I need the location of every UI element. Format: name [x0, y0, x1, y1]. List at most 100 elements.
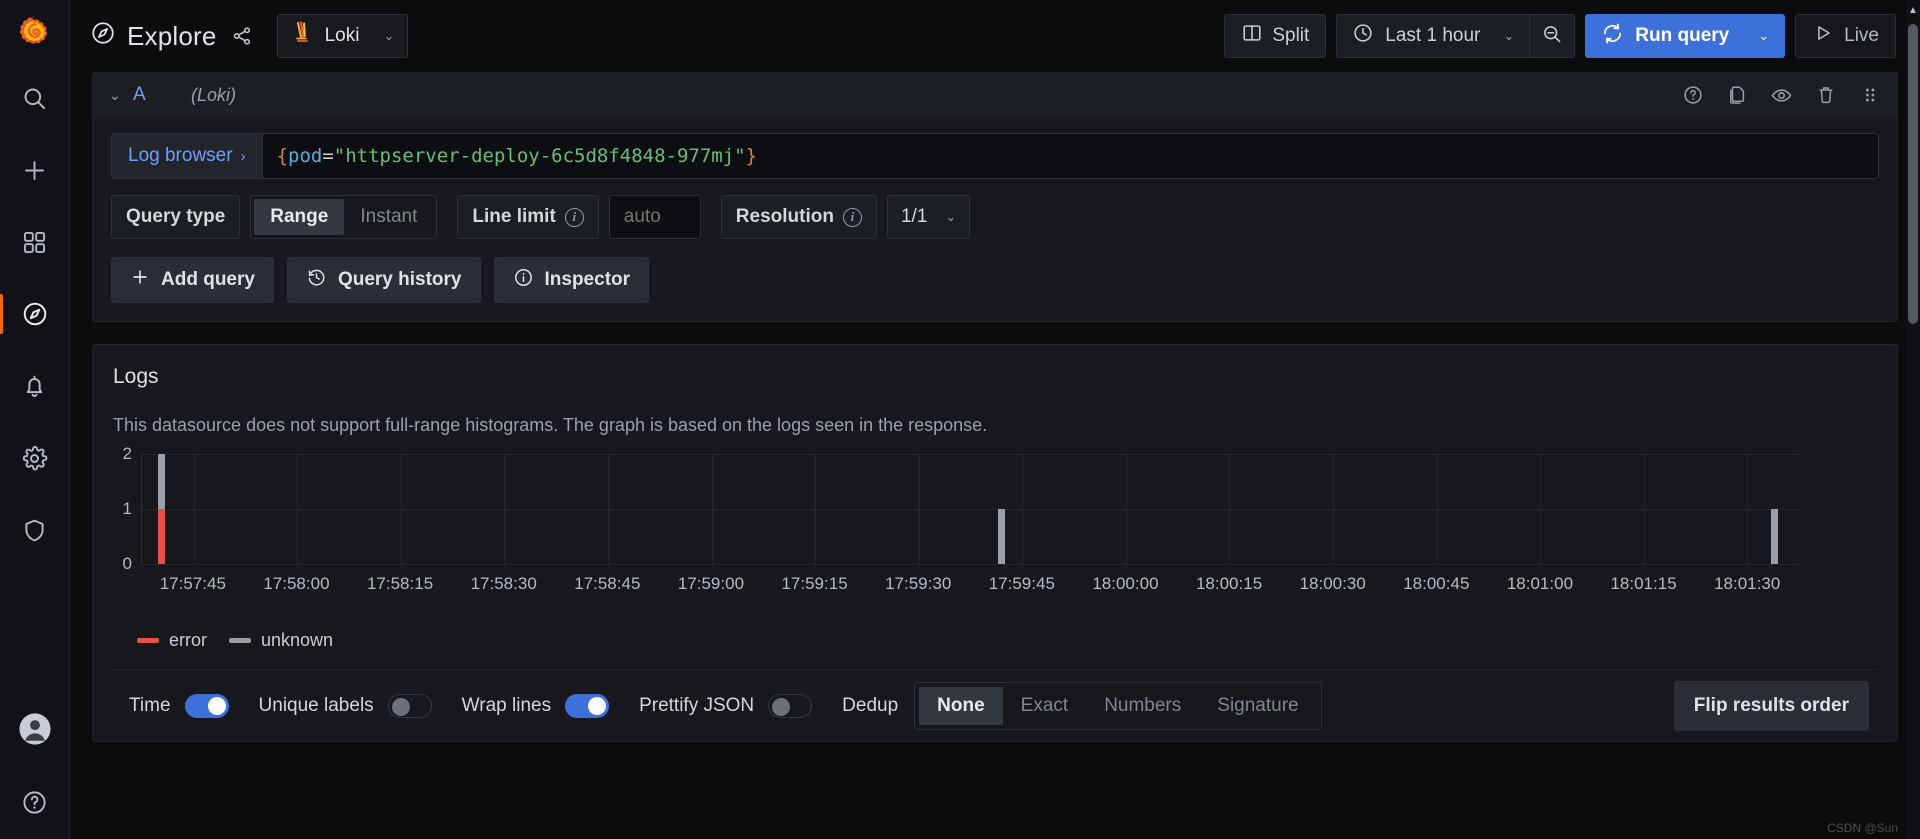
clock-icon	[1352, 22, 1374, 50]
resolution-select[interactable]: 1/1 ⌄	[886, 195, 971, 239]
chart-x-tick-label: 18:00:30	[1299, 574, 1366, 593]
gear-icon	[21, 445, 48, 472]
chart-x-gridline	[1125, 454, 1127, 564]
sidebar-item-help[interactable]	[0, 765, 70, 839]
page-title: Explore	[90, 20, 217, 53]
resolution-group: Resolution i 1/1 ⌄	[720, 195, 971, 239]
chart-x-tick-label: 17:58:45	[574, 574, 641, 593]
trash-icon[interactable]	[1815, 84, 1837, 106]
chart-y-gridline	[142, 509, 1799, 510]
query-ref-id[interactable]: A	[133, 84, 191, 106]
dedup-option-exact[interactable]: Exact	[1003, 687, 1087, 725]
chart-y-tick-label: 0	[122, 554, 132, 573]
grafana-logo[interactable]	[0, 0, 70, 62]
expr-value: "httpserver-deploy-6c5d8f4848-977mj"	[333, 145, 746, 167]
page-scrollbar[interactable]: ▲	[1906, 0, 1920, 839]
chart-bar[interactable]	[1771, 509, 1779, 564]
chart-bar-segment-unknown	[998, 509, 1006, 564]
eye-icon[interactable]	[1770, 84, 1793, 107]
zoom-out-button[interactable]	[1529, 14, 1576, 58]
chart-x-gridline	[815, 454, 817, 564]
sidebar-item-alerting[interactable]	[0, 350, 70, 422]
chart-bar[interactable]	[158, 454, 166, 564]
sidebar-item-profile[interactable]	[0, 693, 70, 765]
dedup-option-numbers[interactable]: Numbers	[1086, 687, 1199, 725]
query-type-option-range[interactable]: Range	[254, 199, 345, 235]
refresh-icon	[1601, 22, 1624, 51]
line-limit-label-text: Line limit	[472, 206, 556, 227]
unique-labels-toggle[interactable]	[387, 693, 432, 718]
add-query-button[interactable]: Add query	[111, 257, 274, 303]
zoom-out-icon	[1541, 23, 1563, 50]
line-limit-input[interactable]	[608, 195, 701, 239]
scroll-up-arrow-icon[interactable]: ▲	[1906, 2, 1920, 18]
chart-x-tick-label: 17:59:15	[781, 574, 848, 593]
scrollbar-thumb[interactable]	[1908, 24, 1918, 324]
dedup-radio-group: None Exact Numbers Signature	[914, 681, 1322, 730]
dedup-option-none[interactable]: None	[919, 686, 1003, 725]
info-circle-icon[interactable]: i	[842, 207, 862, 227]
chart-x-gridline	[1643, 454, 1645, 564]
query-type-option-instant[interactable]: Instant	[344, 199, 433, 235]
log-browser-button[interactable]: Log browser ›	[111, 133, 262, 179]
chart-x-gridline	[1747, 454, 1749, 564]
time-range-picker[interactable]: Last 1 hour ⌄	[1336, 14, 1530, 58]
share-nodes-icon[interactable]	[231, 25, 253, 47]
chart-x-gridline	[918, 454, 920, 564]
history-icon	[306, 267, 327, 294]
chart-plot-area[interactable]: 0 1 2	[123, 444, 1799, 573]
time-range-controls: Last 1 hour ⌄	[1336, 14, 1576, 58]
live-button[interactable]: Live	[1795, 14, 1896, 58]
sidebar-item-configuration[interactable]	[0, 422, 70, 494]
chart-x-tick-label: 18:01:15	[1610, 574, 1677, 593]
plus-icon	[130, 267, 150, 293]
legend-item[interactable]: unknown	[229, 630, 333, 651]
line-limit-label: Line limit i	[457, 195, 599, 239]
chart-x-axis: 17:57:45 17:58:00 17:58:15 17:58:30 17:58:45…	[141, 566, 1799, 596]
chart-x-tick-label: 17:58:00	[263, 574, 330, 593]
query-expression-input[interactable]: {pod = "httpserver-deploy-6c5d8f4848-977mj…	[261, 133, 1879, 179]
query-row-actions	[1682, 84, 1881, 107]
chart-bar[interactable]	[998, 509, 1006, 564]
datasource-picker[interactable]: Loki ⌄	[276, 14, 409, 58]
question-circle-icon	[21, 789, 48, 816]
live-button-label: Live	[1844, 25, 1879, 46]
wrap-lines-toggle[interactable]	[565, 693, 610, 718]
chart-x-tick-label: 17:59:45	[988, 574, 1055, 593]
question-circle-icon[interactable]	[1682, 84, 1704, 106]
split-button[interactable]: Split	[1224, 14, 1327, 58]
chevron-down-icon: ⌄	[383, 28, 395, 43]
prettify-json-toggle[interactable]	[768, 693, 813, 718]
logs-options-bar: Time Unique labels Wrap lines Prettify J…	[113, 669, 1877, 741]
sidebar-item-dashboards[interactable]	[0, 206, 70, 278]
chart-legend: error unknown	[113, 630, 1877, 651]
wrap-lines-toggle-label: Wrap lines	[461, 694, 552, 716]
chevron-right-icon: ›	[240, 147, 246, 165]
query-options-row: Query type Range Instant Line limit i au…	[111, 195, 1879, 239]
drag-handle-icon[interactable]	[1859, 84, 1881, 106]
sidebar-item-search[interactable]	[0, 62, 70, 134]
info-circle-icon[interactable]: i	[564, 207, 584, 227]
sidebar-item-explore[interactable]	[0, 278, 70, 350]
chart-x-gridline	[608, 454, 610, 564]
flip-results-order-button[interactable]: Flip results order	[1673, 680, 1869, 731]
chart-y-gridline	[142, 454, 1799, 455]
line-limit-group: Line limit i	[457, 195, 701, 239]
query-type-label: Query type	[111, 195, 241, 239]
run-query-button[interactable]: Run query ⌄	[1585, 14, 1786, 58]
legend-item[interactable]: error	[137, 630, 207, 651]
legend-label: unknown	[261, 630, 334, 650]
chart-x-gridline	[1229, 454, 1231, 564]
chart-x-gridline	[1332, 454, 1334, 564]
time-range-label: Last 1 hour	[1385, 25, 1481, 46]
time-toggle[interactable]	[184, 693, 229, 718]
sidebar-item-server-admin[interactable]	[0, 494, 70, 566]
chart-y-tick-label: 2	[122, 444, 132, 463]
add-query-label: Add query	[161, 269, 255, 290]
collapse-query-icon[interactable]: ⌄	[109, 87, 133, 104]
dedup-option-signature[interactable]: Signature	[1199, 687, 1316, 725]
query-history-button[interactable]: Query history	[286, 257, 481, 303]
inspector-button[interactable]: Inspector	[493, 257, 650, 303]
sidebar-item-create[interactable]	[0, 134, 70, 206]
copy-icon[interactable]	[1726, 84, 1748, 106]
